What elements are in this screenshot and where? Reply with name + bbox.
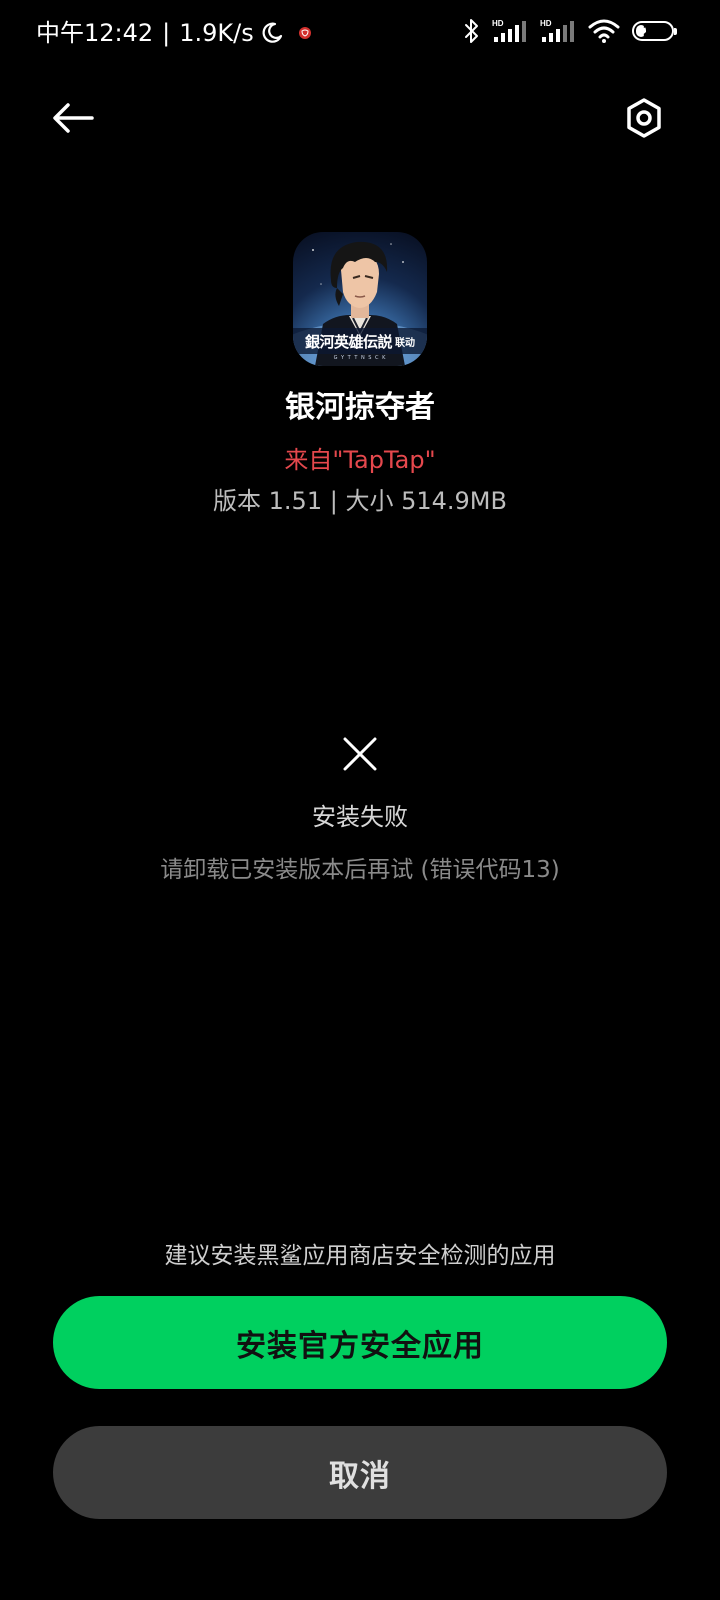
moon-icon xyxy=(262,22,282,43)
settings-button[interactable] xyxy=(620,94,668,142)
status-separator: | xyxy=(162,19,171,47)
back-button[interactable] xyxy=(50,94,98,142)
install-failed-title: 安装失败 xyxy=(312,803,408,831)
notification-icon xyxy=(298,27,311,39)
install-failed-detail: 请卸载已安装版本后再试 (错误代码13) xyxy=(160,857,560,883)
status-left: 中午12:42 | 1.9K/s xyxy=(36,15,312,51)
arrow-left-icon xyxy=(53,103,94,133)
status-net-speed: 1.9K/s xyxy=(179,19,254,47)
bluetooth-icon xyxy=(465,19,478,43)
cell-signal-icon: HD xyxy=(540,19,574,42)
app-name: 银河掠夺者 xyxy=(285,390,435,425)
safety-suggestion: 建议安装黑鲨应用商店安全检测的应用 xyxy=(164,1243,556,1269)
wifi-icon xyxy=(588,19,620,43)
close-icon xyxy=(343,737,377,771)
status-time: 中午12:42 xyxy=(36,19,154,47)
app-icon-banner-title: 銀河英雄伝説 xyxy=(304,332,393,351)
hexagon-gear-icon xyxy=(627,98,661,138)
app-icon-banner-tag: 联动 xyxy=(395,337,415,349)
app-icon-banner-sub: G Y T T N S C K xyxy=(333,355,387,361)
app-icon-banner: 銀河英雄伝説 联动 xyxy=(293,328,427,354)
install-official-app-button[interactable]: 安装官方安全应用 xyxy=(53,1296,667,1389)
app-version-size: 版本 1.51 | 大小 514.9MB xyxy=(213,487,507,515)
battery-icon: 29 xyxy=(632,21,677,41)
battery-level: 29 xyxy=(642,22,664,40)
cancel-button[interactable]: 取消 xyxy=(53,1426,667,1519)
install-official-app-label: 安装官方安全应用 xyxy=(236,1328,484,1364)
cell-signal-icon: HD xyxy=(492,19,526,42)
status-bar: 中午12:42 | 1.9K/s HD HD 29 xyxy=(0,0,720,66)
signal-label: HD xyxy=(540,19,552,28)
signal-label: HD xyxy=(492,19,504,28)
app-source: 来自"TapTap" xyxy=(284,446,436,474)
status-right: HD HD 29 xyxy=(464,18,677,44)
cancel-label: 取消 xyxy=(329,1458,391,1494)
app-icon: 銀河英雄伝説 联动 G Y T T N S C K xyxy=(293,232,427,366)
